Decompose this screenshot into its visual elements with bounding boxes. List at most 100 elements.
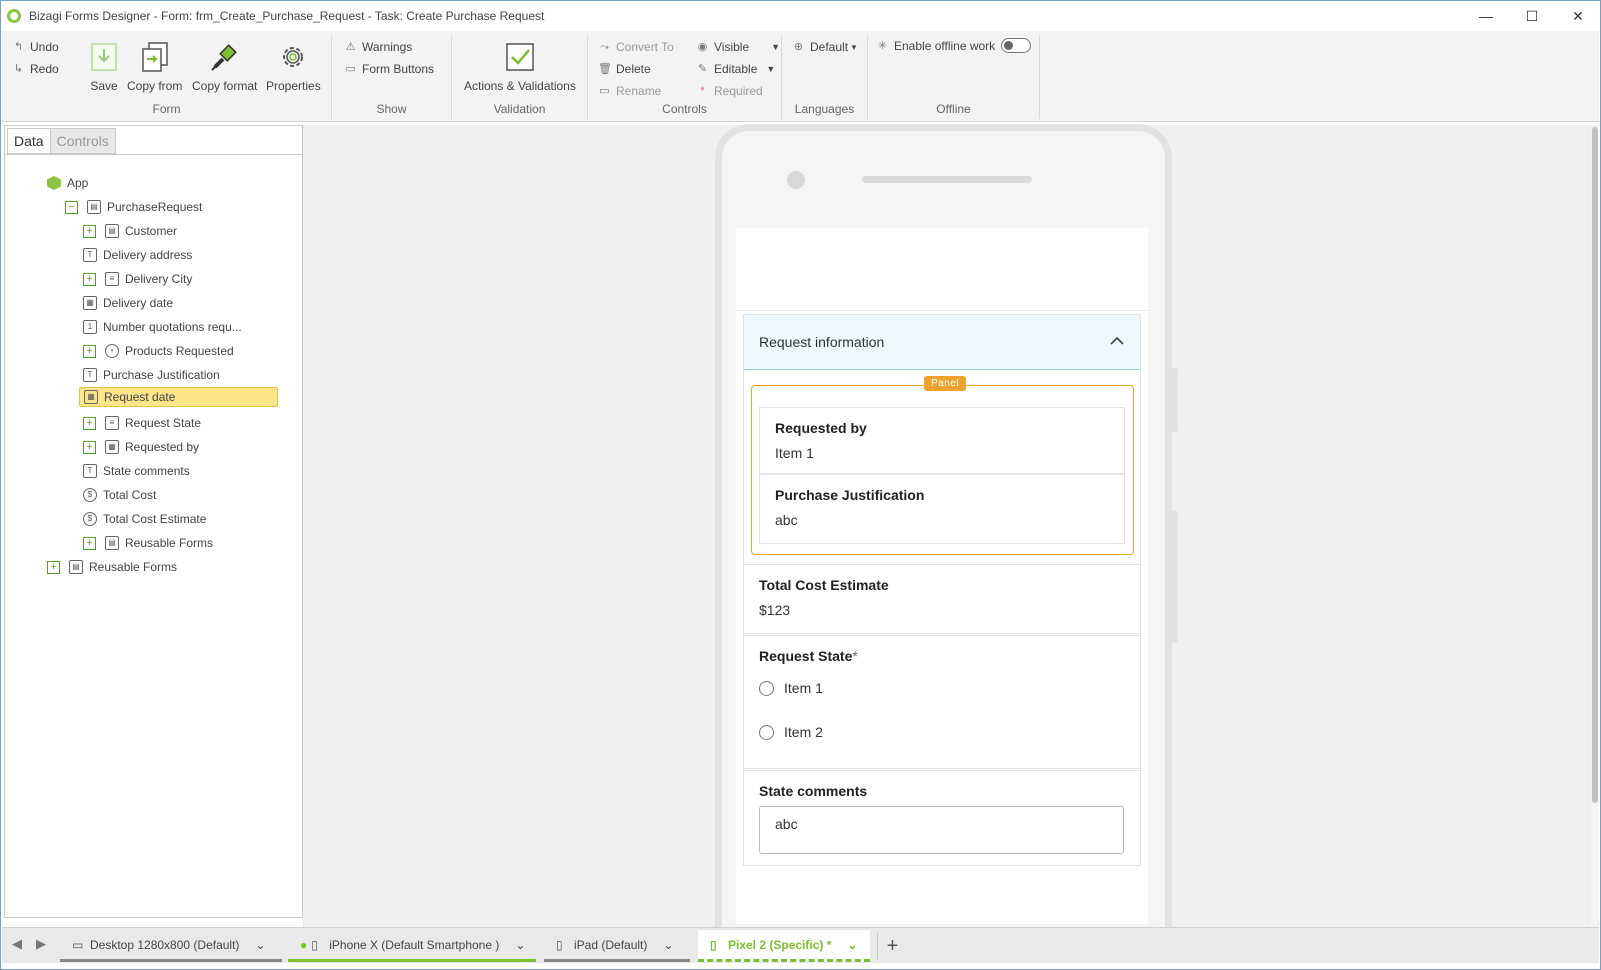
phone-icon: ▯ [710,937,717,952]
tree-node-customer[interactable]: + ▤ Customer [83,221,177,241]
rename-button[interactable]: ▭ Rename [598,84,661,98]
chevron-down-icon[interactable]: ⌄ [255,938,265,952]
tree-node-reusable-forms-inner[interactable]: + ▤ Reusable Forms [83,533,213,553]
phone-icon: ▯ [311,937,318,952]
radio-circle-icon[interactable] [759,724,774,740]
rename-icon: ▭ [599,85,610,97]
device-tab-pixel2[interactable]: ▯ Pixel 2 (Specific) * ⌄ [698,930,870,962]
next-arrow-icon[interactable]: ▶ [36,936,46,952]
expand-icon[interactable]: + [83,440,96,454]
panel-tabs: Data Controls [7,128,116,154]
ribbon-toolbar: ↰ Undo ↳ Redo Save Copy from Copy format… [2,31,1599,122]
requested-by-value: Item 1 [775,445,814,461]
expand-icon[interactable]: + [47,560,60,574]
language-dropdown[interactable]: ⊕ Default ▼ [792,40,858,54]
state-comments-textarea[interactable]: abc [759,806,1124,854]
maximize-button[interactable]: ☐ [1509,1,1555,31]
tree-node-app[interactable]: App [47,173,88,193]
chevron-down-icon[interactable]: ⌄ [847,938,857,952]
editable-dropdown[interactable]: ✎ Editable ▼ [696,62,775,76]
add-device-button[interactable]: + [877,932,907,960]
tree-node-requested-by[interactable]: + ▦ Requested by [83,437,199,457]
save-button[interactable]: Save [88,41,120,93]
text-icon: T [83,464,97,478]
radio-circle-icon[interactable] [759,680,774,696]
tree-node-delivery-address[interactable]: T Delivery address [83,245,192,265]
eye-icon: ◉ [697,41,708,53]
expand-icon[interactable]: + [83,272,96,286]
tree-node-purchaserequest[interactable]: − ▤ PurchaseRequest [65,197,202,217]
tab-controls[interactable]: Controls [50,128,116,154]
copy-format-button[interactable]: Copy format [192,41,257,93]
tree-node-number-quotations[interactable]: 1 Number quotations requ... [83,317,242,337]
redo-button[interactable]: ↳ Redo [12,62,59,76]
expand-icon[interactable]: + [83,344,96,358]
request-state-label: Request State* [759,648,858,664]
ribbon-group-label-offline: Offline [936,102,971,116]
device-tabs-bar: ◀ ▶ ▭ Desktop 1280x800 (Default) ⌄ ● ▯ iPh… [2,927,1599,963]
currency-icon: $ [83,512,97,526]
required-button[interactable]: * Required [696,84,762,98]
tree-node-total-cost-estimate[interactable]: $ Total Cost Estimate [83,509,206,529]
delete-button[interactable]: 🗑 Delete [598,62,651,76]
visible-dropdown[interactable]: ◉ Visible ▼ [696,40,780,54]
tree-node-products-requested[interactable]: + ∘ Products Requested [83,341,234,361]
chevron-up-icon[interactable] [1110,333,1124,349]
radio-item-1[interactable]: Item 1 [759,680,823,696]
purchase-justification-field[interactable]: Purchase Justification abc [759,474,1125,544]
tab-data[interactable]: Data [7,128,51,154]
minimize-button[interactable]: — [1463,1,1509,31]
ribbon-group-form: ↰ Undo ↳ Redo Save Copy from Copy format… [2,35,332,119]
tree-node-state-comments[interactable]: T State comments [83,461,190,481]
undo-button[interactable]: ↰ Undo [12,40,59,54]
offline-icon: ✳ [877,39,888,52]
copy-from-button[interactable]: Copy from [127,41,182,93]
close-button[interactable]: ✕ [1555,1,1601,31]
copy-from-icon [139,41,171,73]
expand-icon[interactable]: + [83,224,96,238]
power-button [1172,511,1178,643]
collapse-icon[interactable]: − [65,200,78,214]
scrollbar-thumb[interactable] [1592,127,1598,803]
collection-icon: ∘ [105,344,119,358]
device-tab-iphone-x[interactable]: ● ▯ iPhone X (Default Smartphone ) ⌄ [288,930,536,962]
ribbon-group-label-form: Form [152,102,181,116]
request-state-field[interactable]: Request State* Item 1 Item 2 [744,635,1140,769]
asterisk-icon: * [700,85,705,97]
actions-validations-button[interactable]: Actions & Validations [464,41,576,93]
convert-to-button[interactable]: ⤳ Convert To [598,40,674,54]
warnings-button[interactable]: ⚠ Warnings [344,40,413,54]
entity-icon: ▤ [105,224,119,238]
chevron-down-icon[interactable]: ⌄ [663,938,673,952]
camera-icon [787,171,805,189]
chevron-down-icon[interactable]: ⌄ [515,938,525,952]
tree-node-total-cost[interactable]: $ Total Cost [83,485,156,505]
tree-node-purchase-justification[interactable]: T Purchase Justification [83,365,220,385]
enable-offline-toggle[interactable] [1001,38,1032,53]
device-tab-ipad[interactable]: ▯ iPad (Default) ⌄ [544,930,690,962]
state-comments-field[interactable]: State comments abc [744,770,1140,866]
group-request-information[interactable]: Request information [744,315,1140,370]
prev-arrow-icon[interactable]: ◀ [12,936,22,952]
tree-node-delivery-city[interactable]: + ≡ Delivery City [83,269,192,289]
tree-node-delivery-date[interactable]: ▦ Delivery date [83,293,173,313]
tree-node-reusable-forms[interactable]: + ▤ Reusable Forms [47,557,177,577]
expand-icon[interactable]: + [83,536,96,550]
ribbon-group-label-controls: Controls [662,102,707,116]
tree-node-request-date[interactable]: ▦ Request date [79,387,278,407]
expand-icon[interactable]: + [83,416,96,430]
radio-item-2[interactable]: Item 2 [759,724,823,740]
form-buttons-button[interactable]: ▭ Form Buttons [344,62,434,76]
canvas-vertical-scrollbar[interactable] [1591,125,1599,927]
redo-icon: ↳ [13,63,24,75]
device-tab-desktop[interactable]: ▭ Desktop 1280x800 (Default) ⌄ [60,930,282,962]
save-icon [88,41,120,73]
panel-control[interactable]: Panel Requested by Item 1 Purchase Justi… [751,376,1134,555]
tree-node-request-state[interactable]: + ≡ Request State [83,413,201,433]
requested-by-field[interactable]: Requested by Item 1 [759,407,1125,474]
properties-button[interactable]: Properties [266,41,321,93]
total-cost-estimate-field[interactable]: Total Cost Estimate $123 [744,564,1140,634]
date-icon: ▦ [84,390,98,404]
undo-icon: ↰ [13,41,24,53]
globe-icon: ⊕ [793,41,804,53]
